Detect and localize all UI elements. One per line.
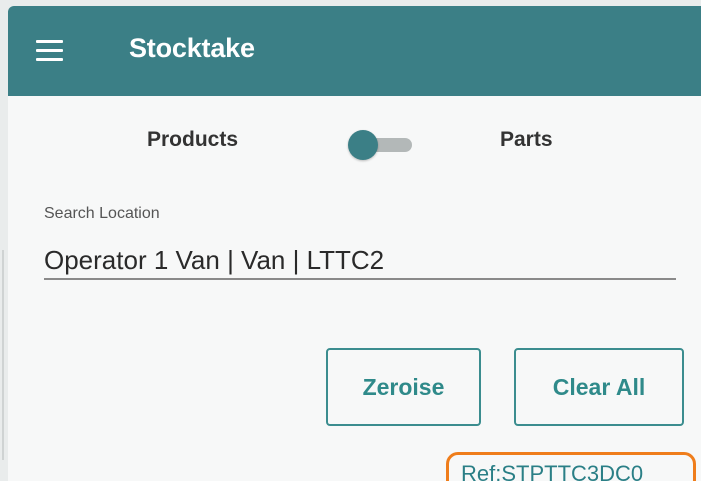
app-bar: Stocktake xyxy=(8,6,701,96)
reference-highlight: Ref:STPTTC3DC0 xyxy=(446,452,696,481)
reference-code: Ref:STPTTC3DC0 xyxy=(461,461,644,481)
background-edge xyxy=(2,250,4,460)
hamburger-menu-icon[interactable] xyxy=(36,40,64,62)
search-location-label: Search Location xyxy=(44,205,160,222)
zeroise-button[interactable]: Zeroise xyxy=(326,348,481,426)
app-screen: Stocktake Products Parts Search Location… xyxy=(8,6,701,481)
toggle-label-products: Products xyxy=(147,128,239,151)
toggle-label-parts: Parts xyxy=(500,128,553,151)
products-parts-toggle[interactable] xyxy=(348,130,418,160)
search-location-input[interactable] xyxy=(44,242,676,280)
toggle-thumb xyxy=(348,130,378,160)
page-title: Stocktake xyxy=(129,33,255,63)
clear-all-button[interactable]: Clear All xyxy=(514,348,684,426)
